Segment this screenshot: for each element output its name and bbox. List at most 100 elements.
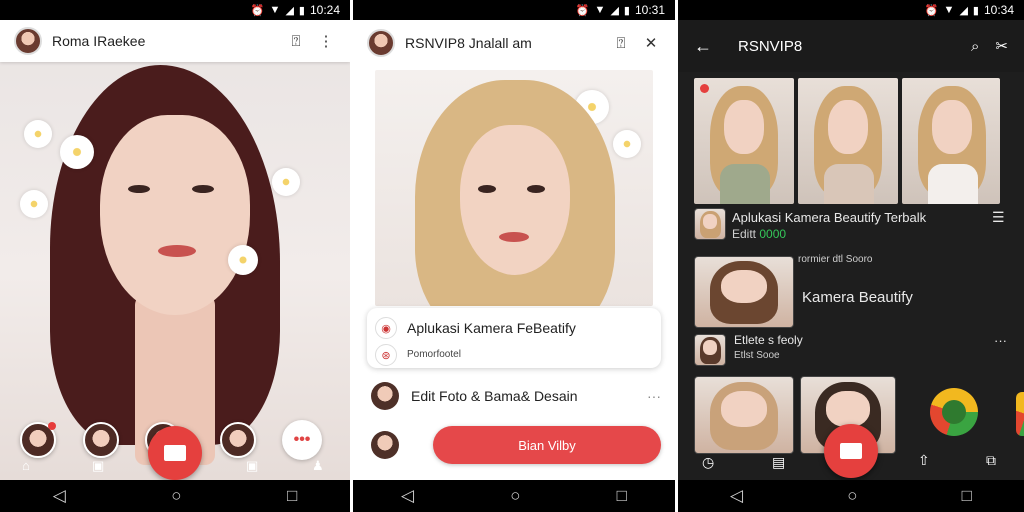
app-thumbnail[interactable] bbox=[694, 208, 726, 240]
app-header: Roma IRaekee ⍰ ⋮ bbox=[0, 20, 350, 62]
capture-icon bbox=[840, 443, 862, 459]
gallery-icon[interactable]: ▣ bbox=[92, 458, 104, 474]
search-icon[interactable]: ⌕ bbox=[971, 38, 979, 55]
more-vert-icon[interactable]: ⋮ bbox=[316, 32, 336, 50]
flower-decoration bbox=[24, 120, 52, 148]
system-nav-bar: ◁ ○ □ bbox=[0, 480, 350, 512]
app-subtitle: Pomorfootel bbox=[407, 349, 461, 360]
avatar bbox=[371, 382, 399, 410]
status-time: 10:31 bbox=[634, 3, 665, 17]
page-title: RSNVIP8 Jnalall am bbox=[405, 35, 532, 51]
battery-icon: ▮ bbox=[972, 4, 979, 17]
status-bar: ⏰ ▼ ◢ ▮ 10:34 bbox=[678, 0, 1024, 20]
status-time: 10:34 bbox=[983, 3, 1014, 17]
grid-photo[interactable] bbox=[798, 78, 898, 204]
home-circle-icon[interactable]: ○ bbox=[171, 486, 181, 506]
portrait-photo bbox=[0, 20, 350, 480]
home-circle-icon[interactable]: ○ bbox=[510, 486, 520, 506]
app-title: Aplukasi Kamera Beautify Terbalk bbox=[732, 210, 927, 225]
avatar[interactable] bbox=[14, 27, 42, 55]
back-arrow-icon[interactable]: ← bbox=[694, 36, 712, 57]
recents-icon[interactable]: □ bbox=[617, 486, 627, 506]
share-icon[interactable]: ⍰ bbox=[286, 33, 306, 50]
timer-icon[interactable]: ◷ bbox=[702, 454, 714, 471]
recents-icon[interactable]: □ bbox=[287, 486, 297, 506]
flower-decoration bbox=[228, 245, 258, 275]
phone-screen-3: ⏰ ▼ ◢ ▮ 10:34 ← RSNVIP8 ⌕ ✂ Aplukasi Kam… bbox=[678, 0, 1024, 512]
app-title: Aplukasi Kamera FeBeatify bbox=[407, 320, 576, 336]
battery-icon: ▮ bbox=[623, 4, 630, 17]
photo-thumbnail[interactable] bbox=[694, 376, 794, 454]
story-avatar[interactable] bbox=[20, 422, 56, 458]
back-icon[interactable]: ◁ bbox=[401, 486, 414, 506]
app-thumbnail[interactable] bbox=[694, 256, 794, 328]
signal-icon: ◢ bbox=[959, 4, 968, 17]
profile-icon[interactable]: ♟ bbox=[312, 458, 324, 474]
back-icon[interactable]: ◁ bbox=[730, 486, 743, 506]
primary-action-button[interactable]: Bian Vilby bbox=[433, 426, 661, 464]
tools-icon[interactable]: ✂ bbox=[995, 37, 1008, 55]
app-subtitle: Editt 0000 bbox=[732, 227, 787, 241]
rating-text: 0000 bbox=[759, 227, 787, 241]
avatar bbox=[371, 431, 399, 459]
flower-decoration bbox=[613, 130, 641, 158]
status-time: 10:24 bbox=[309, 3, 340, 17]
wifi-icon: ▼ bbox=[594, 4, 606, 16]
phone-screen-1: ⏰ ▼ ◢ ▮ 10:24 Roma IRaekee ⍰ ⋮ ••• ⌂ ▣ ▣… bbox=[0, 0, 350, 512]
badge-dot bbox=[700, 84, 709, 93]
screenshot-collage: ⏰ ▼ ◢ ▮ 10:24 Roma IRaekee ⍰ ⋮ ••• ⌂ ▣ ▣… bbox=[0, 0, 1024, 512]
signal-icon: ◢ bbox=[285, 4, 294, 17]
avatar[interactable] bbox=[367, 29, 395, 57]
grid-photo[interactable] bbox=[902, 78, 1000, 204]
list-item[interactable]: Edit Foto & Bama& Desain ··· bbox=[371, 378, 661, 414]
recents-icon[interactable]: □ bbox=[962, 486, 972, 506]
alarm-icon: ⏰ bbox=[575, 4, 590, 17]
signal-icon: ◢ bbox=[610, 4, 619, 17]
brand-icon: ⊛ bbox=[375, 344, 397, 366]
app-info-card[interactable]: ◉ Aplukasi Kamera FeBeatify ⊛ Pomorfoote… bbox=[367, 308, 661, 368]
system-nav-bar: ◁ ○ □ bbox=[353, 480, 675, 512]
page-title: Roma IRaekee bbox=[52, 33, 146, 49]
story-avatar[interactable] bbox=[220, 422, 256, 458]
list-item-label: Edit Foto & Bama& Desain bbox=[411, 388, 578, 404]
list-item[interactable] bbox=[371, 427, 411, 463]
copy-icon[interactable]: ⧉ bbox=[986, 452, 996, 469]
home-circle-icon[interactable]: ○ bbox=[847, 486, 857, 506]
system-nav-bar: ◁ ○ □ bbox=[678, 480, 1024, 512]
phone-screen-2: ⏰ ▼ ◢ ▮ 10:31 RSNVIP8 Jnalall am ⍰ ✕ ◉ A… bbox=[353, 0, 675, 512]
photo-grid bbox=[694, 78, 1022, 204]
home-icon[interactable]: ⌂ bbox=[22, 458, 30, 473]
alarm-icon: ⏰ bbox=[250, 4, 265, 17]
app-title: Kamera Beautify bbox=[802, 289, 913, 306]
back-icon[interactable]: ◁ bbox=[53, 486, 66, 506]
close-icon[interactable]: ✕ bbox=[641, 34, 661, 52]
status-bar: ⏰ ▼ ◢ ▮ 10:24 bbox=[0, 0, 350, 20]
flower-decoration bbox=[20, 190, 48, 218]
share-icon[interactable]: ⍰ bbox=[611, 35, 631, 52]
camera-capture-button[interactable] bbox=[824, 424, 878, 478]
caption-text: rormier dtl Sooro bbox=[798, 254, 873, 265]
portrait-photo bbox=[375, 70, 653, 306]
grid-photo[interactable] bbox=[694, 78, 794, 204]
more-options-button[interactable]: ••• bbox=[282, 420, 322, 460]
alarm-icon: ⏰ bbox=[924, 4, 939, 17]
page-title: RSNVIP8 bbox=[738, 37, 803, 55]
list-icon[interactable]: ☰ bbox=[992, 209, 1005, 226]
app-logo-icon[interactable] bbox=[930, 388, 978, 436]
app-thumbnail[interactable] bbox=[694, 334, 726, 366]
wifi-icon: ▼ bbox=[269, 4, 281, 16]
wifi-icon: ▼ bbox=[943, 4, 955, 16]
app-subtitle: Etlst Sooe bbox=[734, 350, 780, 361]
album-icon[interactable]: ▣ bbox=[246, 458, 258, 474]
notification-dot bbox=[48, 422, 56, 430]
story-avatar[interactable] bbox=[83, 422, 119, 458]
flower-decoration bbox=[272, 168, 300, 196]
gallery-icon[interactable]: ▤ bbox=[772, 454, 785, 471]
flower-decoration bbox=[60, 135, 94, 169]
more-icon[interactable]: ··· bbox=[994, 333, 1007, 348]
app-header: RSNVIP8 Jnalall am ⍰ ✕ bbox=[353, 20, 675, 66]
app-header: ← RSNVIP8 ⌕ ✂ bbox=[678, 20, 1024, 72]
more-icon[interactable]: ··· bbox=[647, 388, 661, 404]
share-icon[interactable]: ⇧ bbox=[918, 452, 930, 469]
app-logo-icon[interactable] bbox=[1016, 392, 1024, 436]
